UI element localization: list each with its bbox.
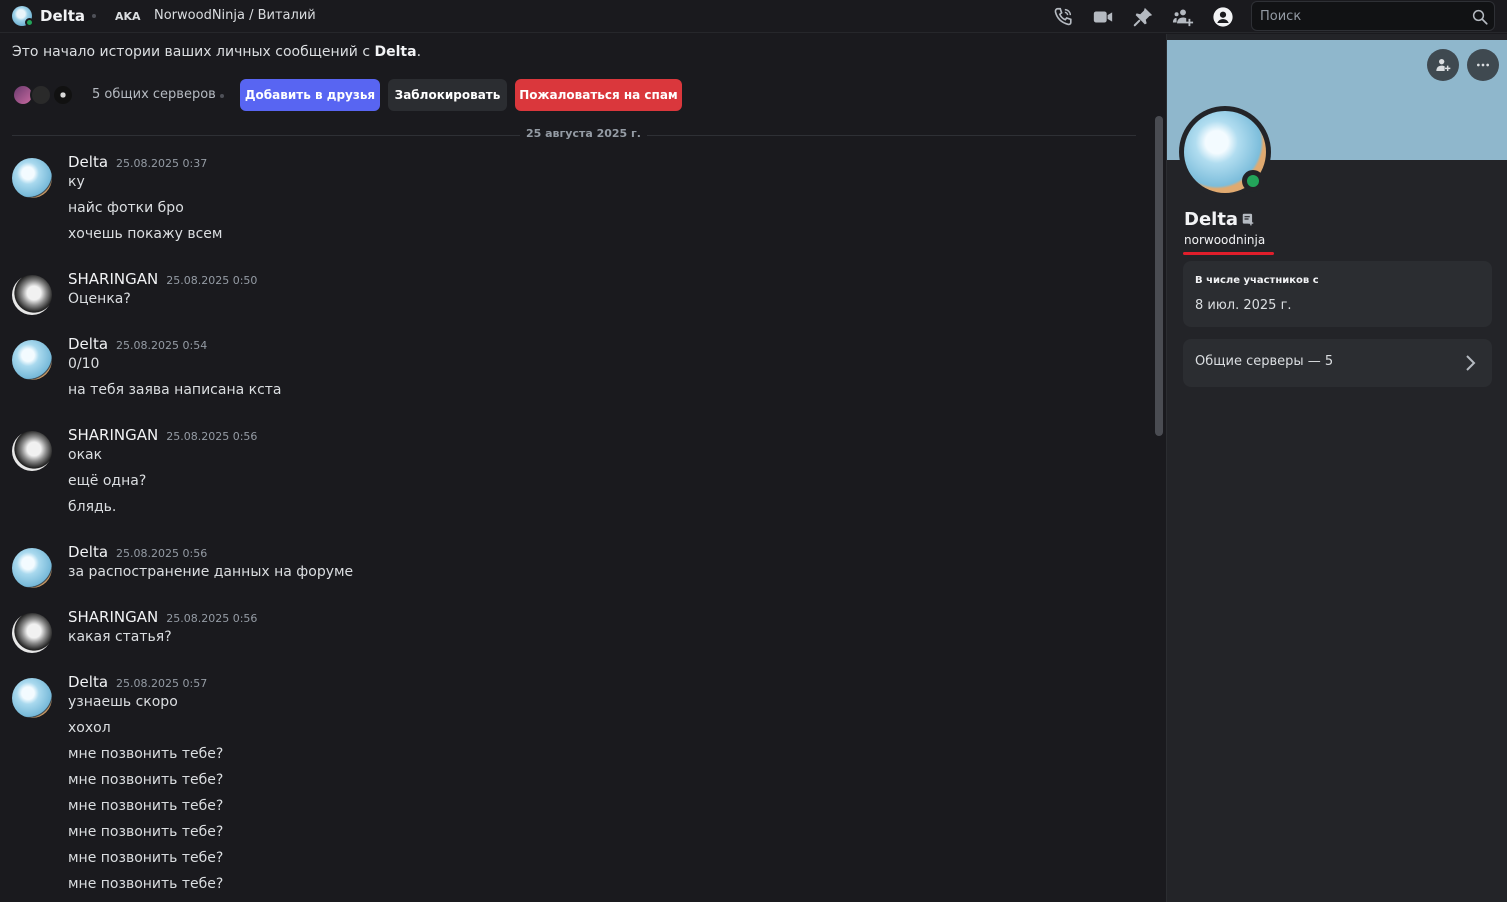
online-status-indicator <box>25 18 34 27</box>
message-text: мне позвонить тебе? <box>68 876 224 892</box>
date-divider: 25 августа 2025 г. <box>520 127 647 140</box>
scrollbar-thumb[interactable] <box>1155 116 1163 436</box>
message-timestamp: 25.08.2025 0:57 <box>116 677 208 690</box>
message-text: какая статья? <box>68 629 172 645</box>
message-author[interactable]: SHARINGAN <box>68 270 158 288</box>
message-text: мне позвонить тебе? <box>68 824 224 840</box>
online-status-indicator <box>1242 170 1264 192</box>
message-author[interactable]: Delta <box>68 335 108 353</box>
message-text: 0/10 <box>68 356 100 372</box>
avatar[interactable] <box>12 275 52 315</box>
block-button[interactable]: Заблокировать <box>388 79 507 111</box>
search-icon[interactable] <box>1471 8 1489 26</box>
message-timestamp: 25.08.2025 0:56 <box>116 547 208 560</box>
member-since-card: В числе участников с 8 июл. 2025 г. <box>1183 261 1492 327</box>
message-timestamp: 25.08.2025 0:50 <box>166 274 258 287</box>
message-text: мне позвонить тебе? <box>68 798 224 814</box>
message-timestamp: 25.08.2025 0:37 <box>116 157 208 170</box>
search-input[interactable]: Поиск <box>1251 1 1495 31</box>
message-text: мне позвонить тебе? <box>68 850 224 866</box>
mutual-servers-card[interactable]: Общие серверы — 5 <box>1183 339 1492 387</box>
message-text: блядь. <box>68 499 117 515</box>
message-text: узнаешь скоро <box>68 694 178 710</box>
dm-history-intro: Это начало истории ваших личных сообщени… <box>12 44 421 60</box>
message-text: мне позвонить тебе? <box>68 746 224 762</box>
note-icon[interactable] <box>1241 212 1255 226</box>
message-text: на тебя заява написана кста <box>68 382 282 398</box>
message-timestamp: 25.08.2025 0:56 <box>166 430 258 443</box>
server-icon[interactable] <box>30 84 52 106</box>
avatar[interactable] <box>12 678 52 718</box>
add-friend-icon <box>1436 59 1451 71</box>
message-author[interactable]: Delta <box>68 673 108 691</box>
avatar[interactable] <box>12 613 52 653</box>
server-icon[interactable] <box>52 84 74 106</box>
username-highlight <box>1183 252 1274 255</box>
message-text: найс фотки бро <box>68 200 184 216</box>
header-separator <box>92 14 96 18</box>
profile-username[interactable]: norwoodninja <box>1184 233 1265 247</box>
message-author[interactable]: SHARINGAN <box>68 608 158 626</box>
message-author[interactable]: Delta <box>68 543 108 561</box>
message-text: хохол <box>68 720 111 736</box>
more-options-button[interactable] <box>1467 49 1499 81</box>
user-profile-icon[interactable] <box>1212 6 1234 28</box>
message-text: хочешь покажу всем <box>68 226 223 242</box>
profile-display-name: Delta <box>1184 209 1239 230</box>
add-friend-button[interactable]: Добавить в друзья <box>240 79 380 111</box>
message-text: Оценка? <box>68 291 131 307</box>
video-call-icon[interactable] <box>1092 6 1114 28</box>
member-since-label: В числе участников с <box>1195 275 1319 286</box>
dm-header: Delta AKA NorwoodNinja / Виталий Поиск <box>0 0 1507 33</box>
separator-dot <box>220 94 224 98</box>
add-friends-to-dm-icon[interactable] <box>1172 6 1194 28</box>
message-author[interactable]: Delta <box>68 153 108 171</box>
user-profile-panel: Delta norwoodninja В числе участников с … <box>1166 34 1507 902</box>
mutual-servers-label: Общие серверы — 5 <box>1195 354 1334 369</box>
intro-username: Delta <box>374 44 417 60</box>
voice-call-icon[interactable] <box>1052 6 1074 28</box>
message-author[interactable]: SHARINGAN <box>68 426 158 444</box>
intro-text: Это начало истории ваших личных сообщени… <box>12 44 375 60</box>
aka-names: NorwoodNinja / Виталий <box>154 8 316 23</box>
avatar[interactable] <box>12 340 52 380</box>
message-text: мне позвонить тебе? <box>68 772 224 788</box>
mutual-servers-count[interactable]: 5 общих серверов <box>92 87 216 102</box>
avatar[interactable] <box>12 158 52 198</box>
avatar[interactable] <box>12 548 52 588</box>
chat-area: Это начало истории ваших личных сообщени… <box>0 34 1166 902</box>
report-spam-button[interactable]: Пожаловаться на спам <box>515 79 682 111</box>
message-text: ещё одна? <box>68 473 147 489</box>
header-display-name[interactable]: Delta <box>40 7 85 25</box>
add-friend-profile-button[interactable] <box>1427 49 1459 81</box>
search-placeholder: Поиск <box>1260 9 1302 24</box>
chevron-right-icon <box>1466 355 1476 371</box>
message-text: окак <box>68 447 103 463</box>
more-options-icon <box>1477 63 1489 67</box>
intro-suffix: . <box>416 44 422 60</box>
avatar[interactable] <box>12 431 52 471</box>
message-timestamp: 25.08.2025 0:56 <box>166 612 258 625</box>
message-text: ку <box>68 174 85 190</box>
message-timestamp: 25.08.2025 0:54 <box>116 339 208 352</box>
pin-icon[interactable] <box>1132 6 1154 28</box>
member-since-value: 8 июл. 2025 г. <box>1195 298 1292 313</box>
aka-badge: AKA <box>115 10 141 23</box>
message-text: за распостранение данных на форуме <box>68 564 354 580</box>
